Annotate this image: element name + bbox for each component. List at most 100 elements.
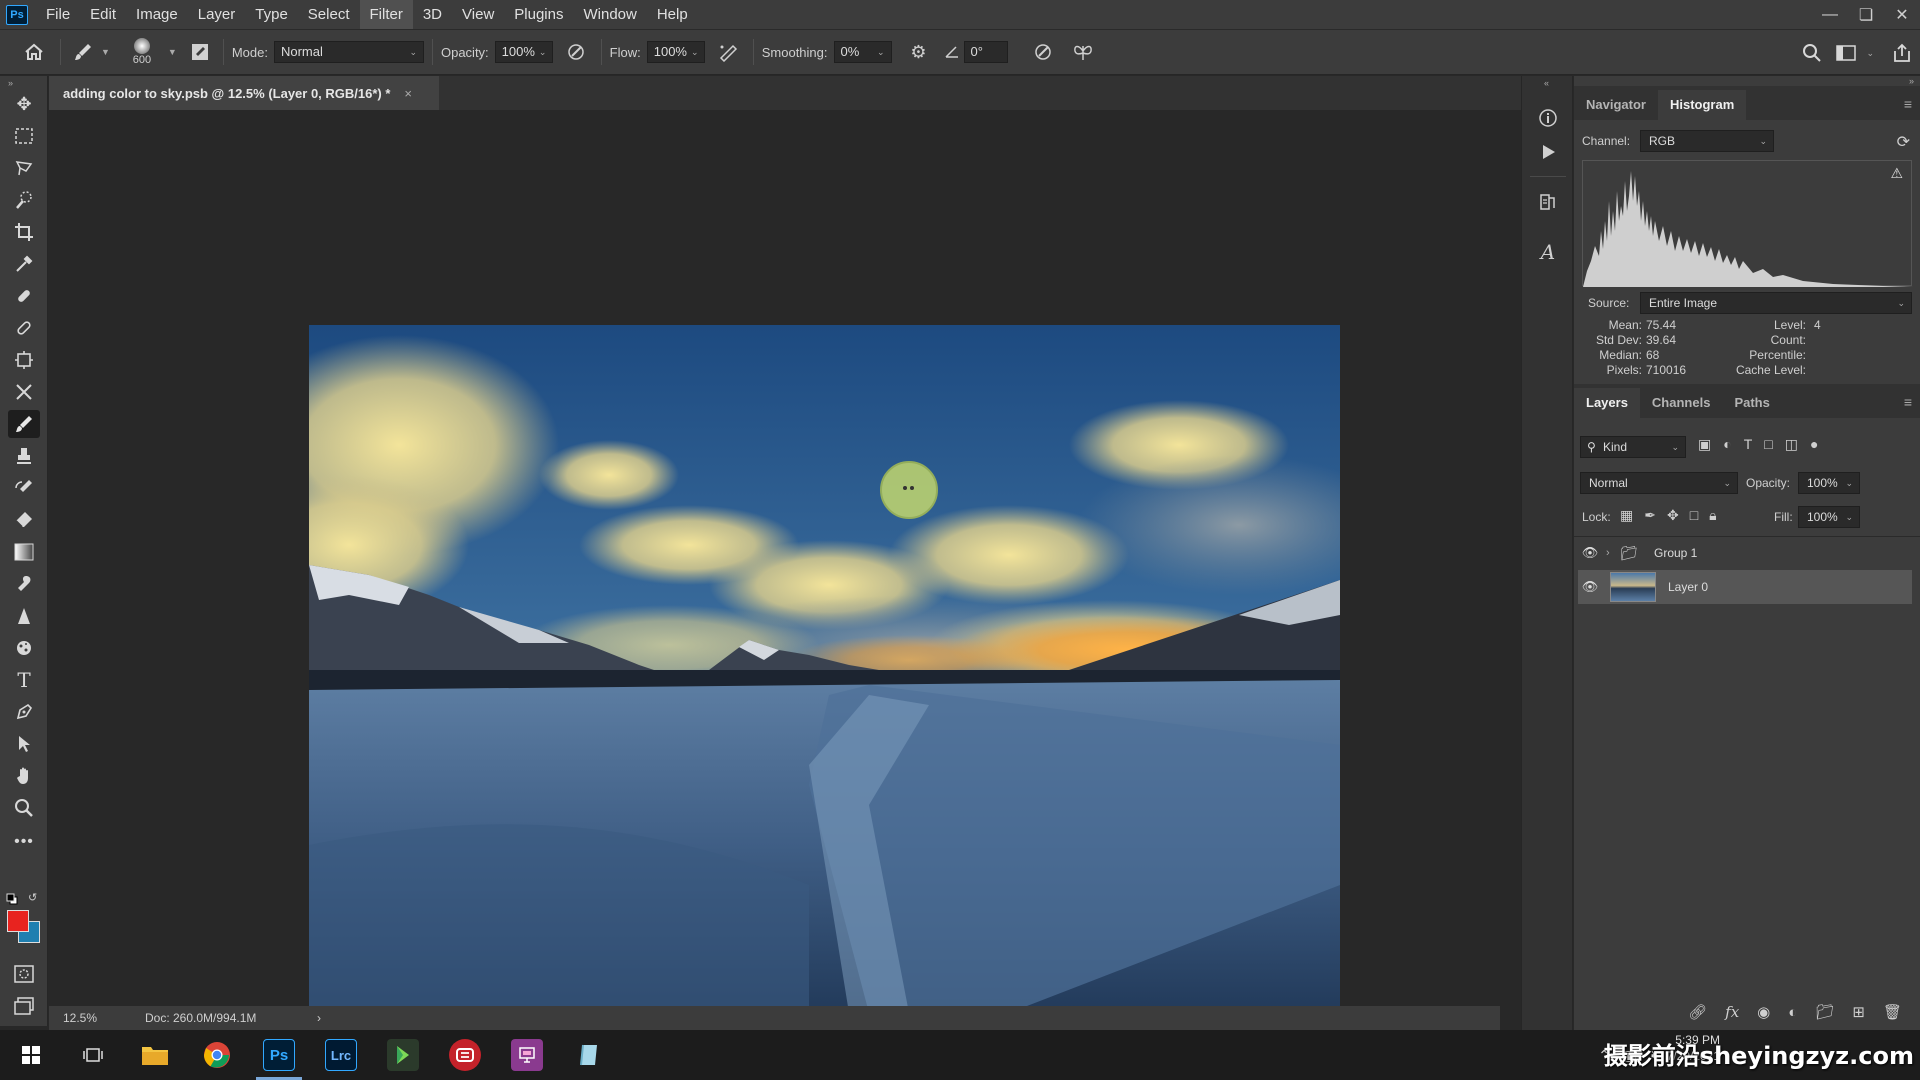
status-menu-arrow-icon[interactable]: › [317,1011,321,1025]
opacity-input[interactable]: 100% ⌄ [494,41,553,63]
task-view-icon[interactable] [62,1030,124,1080]
edit-toolbar-more-icon[interactable]: ••• [8,828,40,856]
dodge-tool-icon[interactable] [8,602,40,630]
smoothing-input[interactable]: 0% ⌄ [833,41,892,63]
quick-selection-tool-icon[interactable] [8,186,40,214]
pressure-size-icon[interactable] [1026,42,1060,62]
add-layer-mask-icon[interactable]: ◉ [1757,1003,1770,1021]
visibility-eye-icon[interactable]: 👁︎ [1578,545,1602,561]
chevron-down-icon[interactable]: ⌄ [877,42,885,62]
brush-size-chevron-icon[interactable]: ▼ [168,47,177,57]
panel-menu-icon[interactable]: ≡ [1904,96,1912,112]
source-select[interactable]: Entire Image ⌄ [1640,292,1912,314]
workspace-chevron-icon[interactable]: ⌄ [1866,48,1874,59]
sponge-tool-icon[interactable] [8,634,40,662]
crop-tool-icon[interactable] [8,218,40,246]
tab-histogram[interactable]: Histogram [1657,90,1747,120]
character-panel-icon[interactable]: A [1534,238,1562,266]
link-layers-icon[interactable]: 🔗︎ [1688,1003,1707,1021]
layer-row-group-1[interactable]: 👁︎ › 📁︎ Group 1 [1578,536,1912,570]
document-image[interactable] [309,325,1340,1013]
pressure-opacity-icon[interactable] [559,42,593,62]
workspace-icon[interactable] [1830,44,1862,62]
chevron-down-icon[interactable]: ⌄ [539,42,547,62]
lightroom-classic-taskbar-button[interactable]: Lrc [310,1030,372,1080]
shape-layer-filter-icon[interactable]: □ [1764,436,1772,453]
clone-stamp-tool-icon[interactable] [8,442,40,470]
file-explorer-icon[interactable] [124,1030,186,1080]
tab-paths[interactable]: Paths [1722,388,1781,418]
photoshop-taskbar-button[interactable]: Ps [248,1030,310,1080]
menu-layer[interactable]: Layer [188,0,246,29]
lock-artboard-icon[interactable]: □ [1690,507,1698,524]
photoshop-logo[interactable]: Ps [6,4,28,25]
tab-layers[interactable]: Layers [1574,388,1640,418]
smart-object-filter-icon[interactable]: ◫ [1785,436,1798,453]
smoothing-settings-gear-icon[interactable]: ⚙ [902,42,936,63]
brush-angle-input[interactable]: 0° [963,41,1008,63]
cache-warning-icon[interactable]: ⚠ [1890,165,1903,182]
adjustment-layer-filter-icon[interactable]: ◐ [1723,436,1731,453]
menu-file[interactable]: File [36,0,80,29]
new-layer-icon[interactable]: ⊞ [1852,1003,1865,1021]
menu-select[interactable]: Select [298,0,360,29]
delete-layer-trash-icon[interactable]: 🗑︎ [1883,1003,1902,1021]
close-document-icon[interactable]: × [404,86,412,101]
layer-filter-kind-select[interactable]: ⚲ Kind ⌄ [1580,436,1686,458]
eyedropper-tool-icon[interactable] [8,250,40,278]
tab-channels[interactable]: Channels [1640,388,1723,418]
lock-transparent-pixels-icon[interactable]: ▦ [1620,507,1633,524]
pen-tool-icon[interactable] [8,698,40,726]
gradient-tool-icon[interactable] [8,538,40,566]
brush-settings-panel-icon[interactable] [185,42,215,62]
layer-opacity-input[interactable]: 100% ⌄ [1798,472,1860,494]
chevron-down-icon[interactable]: ⌄ [691,42,699,62]
panel-menu-icon[interactable]: ≡ [1904,394,1912,410]
menu-image[interactable]: Image [126,0,188,29]
notes-app-icon[interactable] [558,1030,620,1080]
chrome-icon[interactable] [186,1030,248,1080]
pixel-layer-filter-icon[interactable]: ▣ [1698,436,1711,453]
close-icon[interactable]: ✕ [1884,0,1920,29]
rectangular-marquee-tool-icon[interactable] [8,122,40,150]
green-app-icon[interactable] [372,1030,434,1080]
expand-group-chevron-icon[interactable]: › [1606,547,1620,559]
spot-healing-brush-tool-icon[interactable] [8,282,40,310]
lock-position-icon[interactable]: ✥ [1667,507,1679,524]
share-icon[interactable] [1884,43,1920,63]
new-group-folder-icon[interactable]: 📁︎ [1815,1003,1834,1021]
type-layer-filter-icon[interactable]: T [1744,436,1753,453]
home-icon[interactable] [16,43,52,61]
quick-mask-icon[interactable] [8,960,40,988]
red-app-icon[interactable] [434,1030,496,1080]
minimize-icon[interactable]: — [1812,0,1848,29]
menu-help[interactable]: Help [647,0,698,29]
adjustment-layer-icon[interactable]: ◐ [1788,1004,1797,1021]
menu-filter[interactable]: Filter [359,0,413,29]
purple-app-icon[interactable] [496,1030,558,1080]
layer-row-layer-0[interactable]: 👁︎ Layer 0 [1578,570,1912,604]
zoom-level[interactable]: 12.5% [49,1011,145,1025]
lock-all-icon[interactable]: 🔒︎ [1709,507,1716,524]
brush-preset-chevron-icon[interactable]: ▼ [101,47,110,57]
windows-start-icon[interactable] [0,1030,62,1080]
collapse-panels-icon[interactable]: » [1909,76,1914,86]
actions-panel-play-icon[interactable] [1534,138,1562,166]
layer-style-fx-icon[interactable]: fx [1725,1003,1739,1021]
tab-navigator[interactable]: Navigator [1574,90,1658,120]
brush-size-picker[interactable]: 600 [120,38,164,66]
document-tab[interactable]: adding color to sky.psb @ 12.5% (Layer 0… [49,76,439,110]
blend-mode-select[interactable]: Normal ⌄ [1580,472,1738,494]
brush-tool-icon[interactable] [69,42,97,62]
mode-select[interactable]: Normal ⌄ [273,41,424,63]
info-panel-icon[interactable] [1534,104,1562,132]
screen-mode-icon[interactable] [8,992,40,1020]
path-selection-tool-icon[interactable] [8,730,40,758]
airbrush-icon[interactable] [711,42,745,62]
menu-type[interactable]: Type [245,0,298,29]
menu-3d[interactable]: 3D [413,0,452,29]
menu-view[interactable]: View [452,0,504,29]
channel-select[interactable]: RGB ⌄ [1640,130,1774,152]
lasso-tool-icon[interactable] [8,154,40,182]
default-colors-icon[interactable] [6,893,18,905]
